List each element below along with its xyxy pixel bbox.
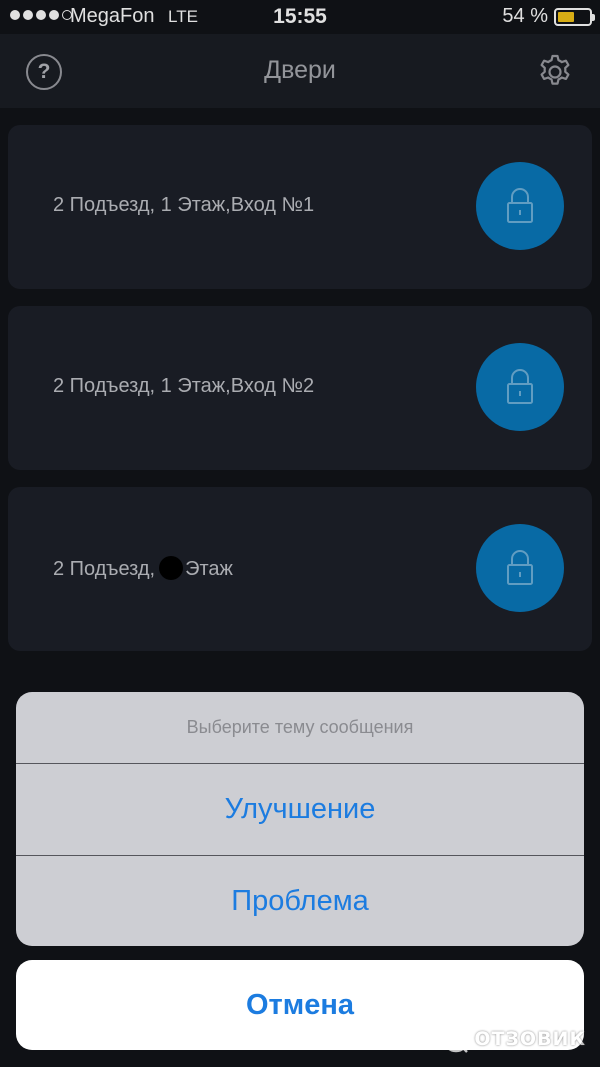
otzovik-logo-icon: [443, 1025, 470, 1053]
option-improvement-button[interactable]: Улучшение: [16, 764, 584, 855]
action-sheet: Выберите тему сообщения Улучшение Пробле…: [16, 692, 584, 946]
option-problem-button[interactable]: Проблема: [16, 856, 584, 946]
watermark-text: ОТЗОВИК: [474, 1028, 586, 1050]
action-sheet-title: Выберите тему сообщения: [186, 717, 414, 737]
watermark: ОТЗОВИК: [442, 1025, 586, 1053]
